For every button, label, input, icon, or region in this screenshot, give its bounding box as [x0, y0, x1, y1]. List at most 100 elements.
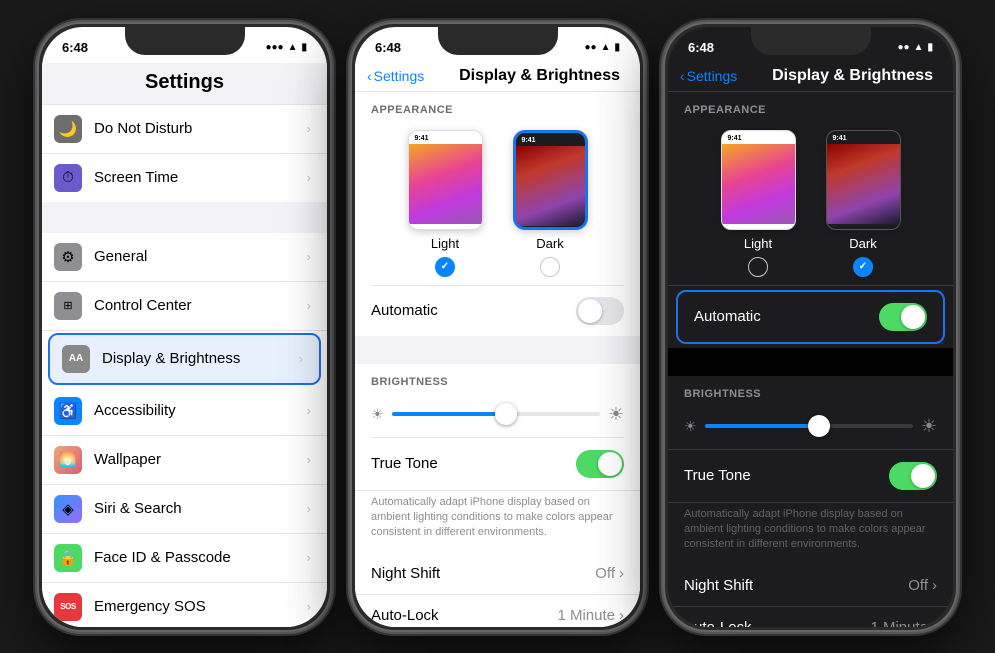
- settings-item-display[interactable]: AA Display & Brightness ›: [48, 333, 321, 385]
- brightness-track-3[interactable]: [705, 424, 913, 428]
- back-chevron-2: ‹: [367, 68, 372, 84]
- brightness-slider-row-3: ☀ ☀: [684, 416, 937, 437]
- true-tone-row-3: True Tone: [668, 450, 953, 503]
- auto-lock-value-3: 1 Minute ›: [870, 619, 937, 627]
- settings-item-control-center[interactable]: ⊞ Control Center ›: [42, 282, 327, 331]
- light-preview-wallpaper: [409, 144, 482, 224]
- auto-toggle-row-3: Automatic: [676, 290, 945, 344]
- brightness-header-3: BRIGHTNESS: [668, 376, 953, 404]
- automatic-switch-2[interactable]: [576, 297, 624, 325]
- true-tone-knob-3: [911, 464, 935, 488]
- auto-lock-label-2: Auto-Lock: [371, 607, 439, 624]
- brightness-section-3: ☀ ☀: [668, 404, 953, 449]
- appearance-dark-option[interactable]: 9:41 Dark: [513, 130, 588, 277]
- brightness-section-2: ☀ ☀: [355, 392, 640, 437]
- phones-container: 6:48 ●●● ▲ ▮ Settings 🌙 Do Not Disturb ›: [17, 2, 978, 652]
- back-label-3: Settings: [687, 68, 738, 84]
- dark-preview-time: 9:41: [516, 133, 585, 146]
- separator-1: [42, 203, 327, 233]
- auto-lock-label-3: Auto-Lock: [684, 619, 752, 627]
- light-radio-3[interactable]: [748, 257, 768, 277]
- brightness-fill-2: [392, 412, 507, 416]
- dark-preview-wallpaper-3: [827, 144, 900, 224]
- general-icon: ⚙: [54, 243, 82, 271]
- back-label-2: Settings: [374, 68, 425, 84]
- settings-title: Settings: [42, 63, 327, 105]
- automatic-knob-2: [578, 299, 602, 323]
- phone-settings: 6:48 ●●● ▲ ▮ Settings 🌙 Do Not Disturb ›: [37, 22, 332, 632]
- brightness-header-2: BRIGHTNESS: [355, 364, 640, 392]
- true-tone-switch-2[interactable]: [576, 450, 624, 478]
- settings-group-1: 🌙 Do Not Disturb › ⏱ Screen Time ›: [42, 105, 327, 202]
- dark-preview: 9:41: [513, 130, 588, 230]
- dark-radio[interactable]: [540, 257, 560, 277]
- auto-lock-row-3[interactable]: Auto-Lock 1 Minute ›: [668, 607, 953, 627]
- settings-item-wallpaper[interactable]: 🌅 Wallpaper ›: [42, 436, 327, 485]
- light-label: Light: [431, 236, 459, 251]
- night-shift-row-3[interactable]: Night Shift Off ›: [668, 565, 953, 607]
- nav-title-2: Display & Brightness: [424, 67, 628, 85]
- siri-label: Siri & Search: [94, 500, 307, 517]
- back-button-2[interactable]: ‹ Settings: [367, 68, 424, 84]
- signal-icon: ●●●: [265, 42, 283, 53]
- settings-item-do-not-disturb[interactable]: 🌙 Do Not Disturb ›: [42, 105, 327, 154]
- light-preview: 9:41: [408, 130, 483, 230]
- screen-time-label: Screen Time: [94, 169, 307, 186]
- true-tone-label-3: True Tone: [684, 467, 751, 484]
- chevron-auto-lock: ›: [619, 607, 624, 624]
- light-preview-wallpaper-3: [722, 144, 795, 224]
- signal-icon-2: ●●: [584, 42, 596, 53]
- settings-item-siri[interactable]: ◈ Siri & Search ›: [42, 485, 327, 534]
- brightness-track-2[interactable]: [392, 412, 600, 416]
- brightness-low-icon-3: ☀: [684, 418, 697, 435]
- auto-lock-row-2[interactable]: Auto-Lock 1 Minute ›: [355, 595, 640, 627]
- night-shift-label-2: Night Shift: [371, 565, 440, 582]
- true-tone-desc-2: Automatically adapt iPhone display based…: [355, 491, 640, 553]
- light-radio[interactable]: [435, 257, 455, 277]
- wifi-icon-3: ▲: [914, 42, 924, 53]
- general-label: General: [94, 248, 307, 265]
- status-time-1: 6:48: [62, 40, 88, 55]
- auto-lock-value-2: 1 Minute ›: [557, 607, 624, 624]
- accessibility-icon: ♿: [54, 397, 82, 425]
- dark-radio-3[interactable]: [853, 257, 873, 277]
- wifi-icon-2: ▲: [601, 42, 611, 53]
- nav-title-3: Display & Brightness: [737, 67, 941, 85]
- chevron-auto-lock-3: ›: [932, 619, 937, 627]
- control-center-icon: ⊞: [54, 292, 82, 320]
- settings-item-general[interactable]: ⚙ General ›: [42, 233, 327, 282]
- faceid-label: Face ID & Passcode: [94, 549, 307, 566]
- display-screen-dark: ‹ Settings Display & Brightness APPEARAN…: [668, 63, 953, 627]
- chevron-night-shift-3: ›: [932, 577, 937, 594]
- brightness-thumb-2: [495, 403, 517, 425]
- brightness-fill-3: [705, 424, 820, 428]
- appearance-dark-option-3[interactable]: 9:41 Dark: [826, 130, 901, 277]
- sos-icon: SOS: [54, 593, 82, 621]
- settings-group-2: ⚙ General › ⊞ Control Center › AA Displa…: [42, 233, 327, 627]
- settings-item-screen-time[interactable]: ⏱ Screen Time ›: [42, 154, 327, 202]
- true-tone-switch-3[interactable]: [889, 462, 937, 490]
- notch-2: [438, 27, 558, 55]
- phone-display-dark: 6:48 ●● ▲ ▮ ‹ Settings Display & Brightn…: [663, 22, 958, 632]
- nav-bar-3: ‹ Settings Display & Brightness: [668, 63, 953, 92]
- status-time-2: 6:48: [375, 40, 401, 55]
- dark-label-3: Dark: [849, 236, 876, 251]
- status-icons-2: ●● ▲ ▮: [584, 42, 620, 53]
- battery-icon-3: ▮: [927, 42, 933, 53]
- accessibility-label: Accessibility: [94, 402, 307, 419]
- settings-item-faceid[interactable]: 🔒 Face ID & Passcode ›: [42, 534, 327, 583]
- night-shift-row-2[interactable]: Night Shift Off ›: [355, 553, 640, 595]
- control-center-label: Control Center: [94, 297, 307, 314]
- status-time-3: 6:48: [688, 40, 714, 55]
- settings-item-sos[interactable]: SOS Emergency SOS ›: [42, 583, 327, 627]
- automatic-switch-3[interactable]: [879, 303, 927, 331]
- appearance-light-option-3[interactable]: 9:41 Light: [721, 130, 796, 277]
- settings-item-accessibility[interactable]: ♿ Accessibility ›: [42, 387, 327, 436]
- brightness-low-icon: ☀: [371, 406, 384, 423]
- back-button-3[interactable]: ‹ Settings: [680, 68, 737, 84]
- sos-label: Emergency SOS: [94, 598, 307, 615]
- appearance-light-option[interactable]: 9:41 Light: [408, 130, 483, 277]
- brightness-slider-row-2: ☀ ☀: [371, 404, 624, 425]
- wifi-icon: ▲: [288, 42, 298, 53]
- dark-preview-3: 9:41: [826, 130, 901, 230]
